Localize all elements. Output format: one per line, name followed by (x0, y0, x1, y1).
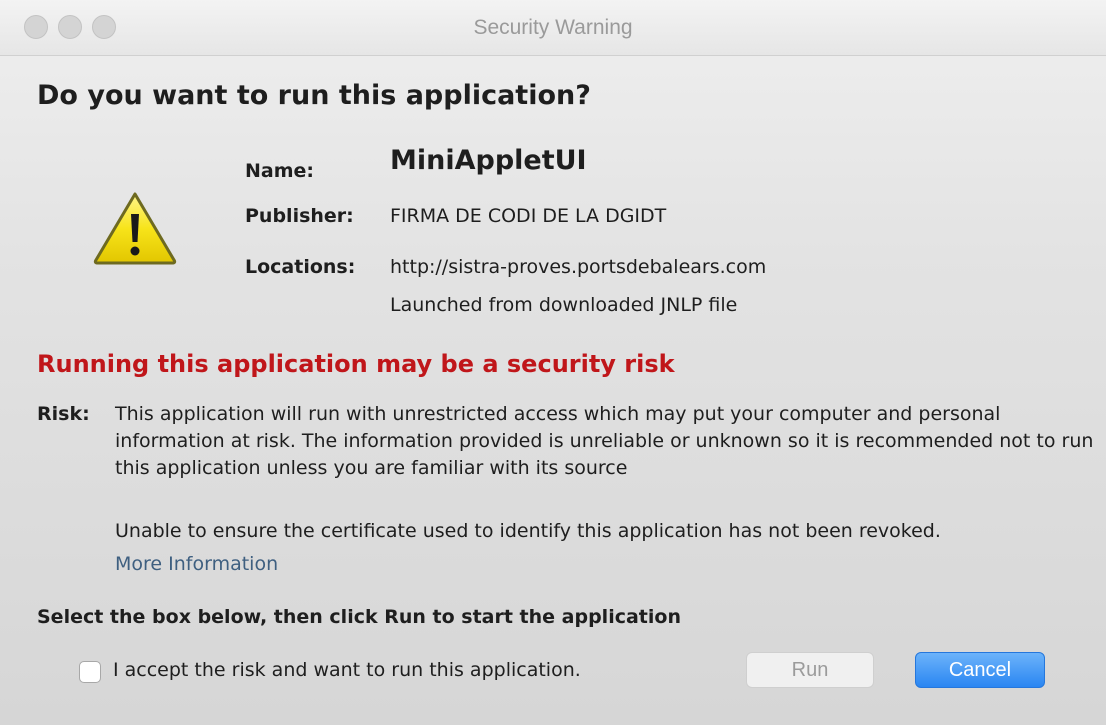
publisher-label: Publisher: (245, 205, 354, 227)
name-label: Name: (245, 160, 315, 182)
security-risk-heading: Running this application may be a securi… (37, 350, 675, 378)
title-bar[interactable]: Security Warning (0, 0, 1106, 56)
risk-label: Risk: (37, 403, 90, 425)
warning-triangle-icon (93, 192, 177, 265)
window-title: Security Warning (473, 16, 633, 39)
location-url: http://sistra-proves.portsdebalears.com (390, 256, 767, 278)
dialog-headline: Do you want to run this application? (37, 80, 591, 111)
accept-instruction: Select the box below, then click Run to … (37, 606, 681, 628)
cancel-button[interactable]: Cancel (915, 652, 1045, 688)
accept-risk-checkbox[interactable] (79, 661, 101, 683)
application-name: MiniAppletUI (390, 145, 587, 176)
revocation-note: Unable to ensure the certificate used to… (115, 520, 941, 542)
locations-label: Locations: (245, 256, 356, 278)
more-information-link[interactable]: More Information (115, 553, 278, 575)
risk-description: This application will run with unrestric… (115, 403, 1094, 479)
accept-risk-label[interactable]: I accept the risk and want to run this a… (113, 659, 581, 681)
location-source: Launched from downloaded JNLP file (390, 294, 738, 316)
publisher-value: FIRMA DE CODI DE LA DGIDT (390, 205, 667, 227)
security-warning-dialog: Security Warning Do you want to run this… (0, 0, 1106, 725)
run-button[interactable]: Run (746, 652, 874, 688)
